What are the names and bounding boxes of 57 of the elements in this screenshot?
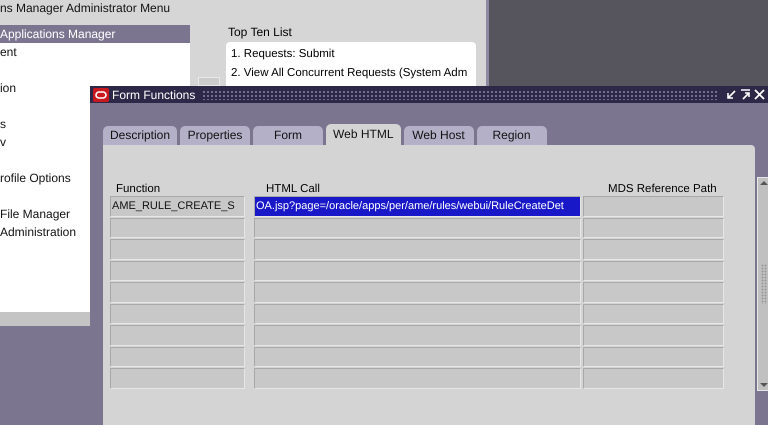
table-cell[interactable] [254, 368, 581, 388]
scrollbar[interactable] [757, 177, 768, 391]
scroll-down-icon[interactable] [758, 380, 768, 390]
tab[interactable]: Web HTML [326, 124, 400, 145]
window-title: ns Manager Administrator Menu [0, 0, 486, 19]
tab[interactable]: Properties [180, 126, 250, 145]
table-cell[interactable] [110, 260, 245, 281]
tab[interactable]: Web Host [404, 126, 474, 145]
menu-item[interactable]: ent [0, 43, 17, 61]
column-header: HTML Call [265, 183, 321, 195]
menu-item[interactable]: Administration [0, 223, 76, 241]
list-item[interactable]: 2. View All Concurrent Requests (System Adm [231, 64, 468, 83]
table-cell[interactable] [583, 260, 724, 281]
table-cell[interactable] [110, 368, 245, 388]
table-cell[interactable] [583, 282, 724, 302]
menu-item[interactable]: ion [0, 79, 16, 97]
menu-item[interactable]: Applications Manager [0, 25, 190, 43]
tab[interactable]: Form [253, 126, 324, 145]
tab[interactable]: Region [476, 126, 546, 145]
app-logo-icon [93, 88, 109, 102]
table-cell[interactable] [254, 218, 581, 238]
table-cell[interactable] [583, 368, 724, 388]
table-cell[interactable]: OA.jsp?page=/oracle/apps/per/ame/rules/webui/RuleCreateDet [254, 196, 581, 216]
small-button[interactable] [198, 77, 220, 86]
table-cell[interactable] [583, 239, 724, 260]
table-cell[interactable] [583, 346, 724, 367]
table-cell[interactable] [110, 325, 245, 346]
table-cell[interactable] [583, 325, 724, 346]
menu-item[interactable]: rofile Options [0, 169, 71, 187]
window-title: Form Functions [112, 88, 196, 102]
table-cell[interactable] [583, 304, 724, 324]
column-header: MDS Reference Path [607, 183, 718, 195]
list-item[interactable]: 1. Requests: Submit [231, 45, 335, 64]
table-cell[interactable]: AME_RULE_CREATE_S [110, 196, 245, 216]
table-cell[interactable] [254, 282, 581, 302]
table-cell[interactable] [110, 304, 245, 324]
menu-item[interactable]: File Manager [0, 205, 70, 223]
table-cell[interactable] [110, 239, 245, 260]
table-cell[interactable] [583, 196, 724, 216]
close-icon[interactable] [754, 89, 765, 100]
table-cell[interactable] [254, 304, 581, 324]
table-cell[interactable] [254, 260, 581, 281]
scroll-up-icon[interactable] [758, 178, 768, 188]
table-cell[interactable] [110, 282, 245, 302]
table-cell[interactable] [583, 218, 724, 238]
table-cell[interactable] [110, 218, 245, 238]
column-header: Function [115, 183, 162, 195]
list-title: Top Ten List [228, 25, 293, 39]
maximize-icon[interactable] [740, 89, 751, 100]
table-cell[interactable] [254, 325, 581, 346]
tab[interactable]: Description [103, 126, 178, 145]
table-cell[interactable] [254, 346, 581, 367]
table-cell[interactable] [254, 239, 581, 260]
table-cell[interactable] [110, 346, 245, 367]
menu-item[interactable]: v [0, 133, 6, 151]
minimize-icon[interactable] [726, 89, 737, 100]
menu-item[interactable]: s [0, 115, 6, 133]
